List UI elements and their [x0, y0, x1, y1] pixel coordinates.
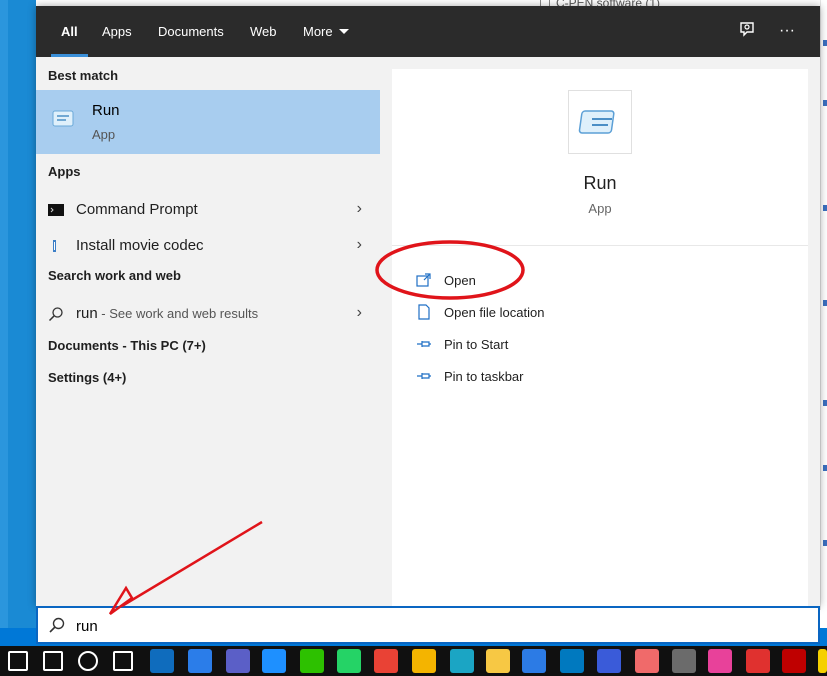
file-icon — [53, 240, 56, 252]
feedback-icon[interactable] — [736, 20, 758, 42]
cortana-icon[interactable] — [78, 651, 98, 671]
todo-icon[interactable] — [188, 649, 212, 673]
windows-start-icon[interactable] — [8, 651, 28, 671]
best-match-subtitle: App — [92, 127, 116, 142]
preview-title: Run — [583, 173, 617, 193]
web-search-label: run - See work and web results — [76, 305, 259, 322]
background-window-links — [823, 40, 827, 546]
chrome-icon[interactable] — [374, 649, 398, 673]
chevron-right-icon[interactable]: › — [357, 200, 362, 218]
chevron-right-icon[interactable]: › — [357, 236, 362, 254]
more-options-icon[interactable]: ··· — [776, 20, 798, 42]
chevron-down-icon — [338, 29, 349, 34]
search-icon — [49, 617, 65, 633]
calculator-icon[interactable] — [672, 649, 696, 673]
app-result-command-prompt[interactable]: Command Prompt › — [36, 193, 380, 227]
file-explorer-icon[interactable] — [486, 649, 510, 673]
run-app-icon — [578, 110, 615, 134]
open-icon — [416, 273, 431, 287]
open-file-location-action[interactable]: Open file location — [416, 300, 576, 326]
taskbar — [0, 646, 827, 676]
search-tabs-bar: All Apps Documents Web More ··· — [36, 6, 820, 57]
app-result-label: Command Prompt — [76, 201, 198, 218]
app-result-label: Install movie codec — [76, 237, 204, 254]
run-app-icon — [52, 110, 74, 127]
open-action-label: Open — [444, 273, 476, 288]
asana-icon[interactable] — [635, 649, 659, 673]
teams-icon[interactable] — [226, 649, 250, 673]
preview-subtitle: App — [588, 201, 612, 216]
file-location-icon — [418, 304, 430, 320]
pin-icon — [417, 341, 431, 347]
result-preview-pane: Run App Open Open file location Pin to S… — [392, 69, 808, 606]
app-icon[interactable] — [597, 649, 621, 673]
pin-to-taskbar-action[interactable]: Pin to taskbar — [416, 364, 556, 390]
start-menu-search-panel: All Apps Documents Web More ··· Best mat… — [36, 6, 820, 606]
tab-all[interactable]: All — [51, 6, 88, 57]
sticky-notes-icon[interactable] — [818, 649, 827, 673]
filezilla-icon[interactable] — [782, 649, 806, 673]
results-list: Best match Run App Apps Command Prompt ›… — [36, 57, 380, 606]
search-input[interactable] — [76, 614, 776, 638]
xmind-icon[interactable] — [746, 649, 770, 673]
mail-icon[interactable] — [522, 649, 546, 673]
command-prompt-icon — [48, 204, 64, 216]
chevron-right-icon[interactable]: › — [357, 304, 362, 322]
run-app-large-icon — [568, 90, 632, 154]
tab-more[interactable]: More — [303, 6, 349, 57]
wechat-icon[interactable] — [300, 649, 324, 673]
outlook-icon[interactable] — [150, 649, 174, 673]
task-view-icon[interactable] — [113, 651, 133, 671]
chrome-profile-icon[interactable] — [412, 649, 436, 673]
search-box — [36, 606, 820, 644]
settings-heading[interactable]: Settings (4+) — [48, 370, 126, 385]
apps-heading: Apps — [48, 164, 81, 179]
photos-icon[interactable] — [708, 649, 732, 673]
open-action[interactable]: Open — [416, 268, 556, 294]
tab-web[interactable]: Web — [250, 6, 277, 57]
open-file-location-label: Open file location — [444, 305, 545, 320]
desktop-edge-strip — [0, 0, 8, 628]
chat-icon[interactable] — [262, 649, 286, 673]
pin-to-start-action[interactable]: Pin to Start — [416, 332, 556, 358]
web-search-result[interactable]: run - See work and web results › — [36, 297, 380, 331]
divider — [392, 245, 808, 246]
search-icon[interactable] — [43, 651, 63, 671]
background-window-column — [820, 0, 827, 610]
whatsapp-icon[interactable] — [337, 649, 361, 673]
trello-icon[interactable] — [560, 649, 584, 673]
tab-apps[interactable]: Apps — [102, 6, 132, 57]
best-match-run[interactable]: Run App — [36, 90, 380, 154]
pin-icon — [417, 373, 431, 379]
pin-to-start-label: Pin to Start — [444, 337, 509, 352]
search-work-web-heading: Search work and web — [48, 268, 181, 283]
pin-to-taskbar-label: Pin to taskbar — [444, 369, 524, 384]
best-match-title: Run — [92, 102, 120, 119]
documents-heading[interactable]: Documents - This PC (7+) — [48, 338, 206, 353]
edge-icon[interactable] — [450, 649, 474, 673]
best-match-heading: Best match — [48, 68, 119, 83]
search-icon — [48, 307, 63, 322]
app-result-install-movie-codec[interactable]: Install movie codec › — [36, 229, 380, 263]
tab-documents[interactable]: Documents — [158, 6, 224, 57]
